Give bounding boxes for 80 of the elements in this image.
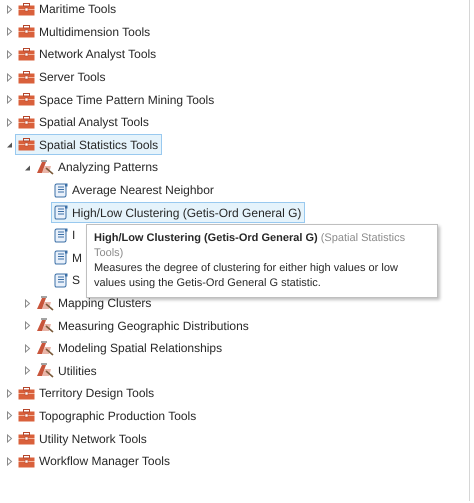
tree-item[interactable]: Space Time Pattern Mining Tools — [15, 89, 218, 110]
tree-item-label: Mapping Clusters — [58, 295, 152, 312]
toolbox-icon — [18, 409, 35, 422]
tree-item-label: Space Time Pattern Mining Tools — [39, 92, 214, 109]
tree-item-label: Maritime Tools — [39, 1, 116, 18]
tree-item-label: Topographic Production Tools — [39, 408, 196, 425]
tree-item-label: Server Tools — [39, 69, 106, 86]
expand-arrow-icon[interactable] — [6, 27, 12, 36]
tree-item[interactable]: Network Analyst Tools — [15, 44, 160, 65]
tree-item-label: Territory Design Tools — [39, 385, 154, 402]
expand-arrow-icon[interactable] — [6, 72, 12, 82]
tree-item[interactable]: Multidimension Tools — [15, 21, 154, 42]
script-tool-icon — [54, 228, 68, 243]
tree-item[interactable]: Analyzing Patterns — [33, 156, 162, 178]
toolbox-icon — [18, 386, 35, 400]
tree-item[interactable]: Server Tools — [15, 66, 110, 88]
tree-item-label: Multidimension Tools — [39, 24, 150, 41]
toolset-icon — [36, 340, 54, 356]
tree-item-label: I — [72, 227, 76, 244]
toolbox-icon — [18, 138, 35, 152]
expand-arrow-icon[interactable] — [24, 321, 30, 330]
tree-item-label: Utilities — [58, 362, 97, 380]
tree-item[interactable]: Maritime Tools — [15, 0, 120, 20]
tree-item[interactable]: Workflow Manager Tools — [15, 450, 174, 472]
expand-arrow-icon[interactable] — [6, 434, 12, 444]
toolbox-icon — [18, 2, 35, 16]
tree-item-label: Modeling Spatial Relationships — [58, 340, 222, 358]
collapse-arrow-icon[interactable] — [6, 140, 12, 150]
tree-item[interactable]: I — [51, 224, 80, 246]
tree-item[interactable]: Spatial Statistics Tools — [15, 134, 162, 156]
tree-item[interactable]: S — [51, 270, 84, 291]
tooltip-heading: High/Low Clustering (Getis-Ord General G) (Spatial Statistics Tools) — [94, 231, 406, 261]
tree-item-label: M — [72, 250, 82, 267]
toolbox-icon — [18, 70, 35, 84]
toolbox-icon — [18, 454, 35, 468]
script-tool-icon — [54, 272, 68, 288]
expand-arrow-icon[interactable] — [6, 118, 12, 127]
tree-item[interactable]: Spatial Analyst Tools — [15, 112, 153, 133]
expand-arrow-icon[interactable] — [24, 366, 30, 376]
toolset-icon — [36, 363, 54, 378]
expand-arrow-icon[interactable] — [6, 388, 12, 398]
tree-item-label: Analyzing Patterns — [58, 159, 158, 176]
tree-item[interactable]: M — [51, 247, 86, 268]
toolbox-icon — [18, 25, 35, 38]
tree-item[interactable]: Measuring Geographic Distributions — [33, 315, 253, 336]
tooltip-description: Measures the degree of clustering for either high values or low values using the Getis-Ord General G statistic. — [94, 261, 399, 291]
tree-item[interactable]: Mapping Clusters — [33, 292, 156, 314]
tree-item-label: Workflow Manager Tools — [39, 453, 170, 470]
tree-item[interactable]: Utility Network Tools — [15, 428, 151, 450]
expand-arrow-icon[interactable] — [24, 344, 30, 353]
tree-item[interactable]: Modeling Spatial Relationships — [33, 338, 226, 359]
tree-item[interactable]: Topographic Production Tools — [15, 405, 200, 426]
expand-arrow-icon[interactable] — [24, 298, 30, 308]
tree-item[interactable]: Territory Design Tools — [15, 382, 158, 404]
tree-item-label: Utility Network Tools — [39, 430, 147, 448]
tree-item[interactable]: Average Nearest Neighbor — [51, 180, 218, 201]
toolbox-icon — [18, 48, 35, 61]
expand-arrow-icon[interactable] — [6, 95, 12, 104]
tree-item-label: Network Analyst Tools — [39, 46, 156, 64]
tree-item-label: Average Nearest Neighbor — [72, 182, 214, 200]
tree-item[interactable]: High/Low Clustering (Getis-Ord General G) — [51, 202, 306, 224]
tree-item-label: Spatial Statistics Tools — [39, 136, 158, 154]
tree-item-label: High/Low Clustering (Getis-Ord General G) — [72, 204, 302, 222]
toolset-icon — [36, 318, 54, 334]
toolbox-icon — [18, 432, 35, 446]
script-tool-icon — [54, 205, 68, 220]
expand-arrow-icon[interactable] — [6, 456, 12, 466]
toolbox-icon — [18, 116, 35, 129]
tree-item-label: S — [72, 272, 80, 290]
tree-item-label: Measuring Geographic Distributions — [58, 318, 249, 335]
expand-arrow-icon[interactable] — [6, 4, 12, 14]
toolset-icon — [36, 296, 54, 311]
tree-item-label: Spatial Analyst Tools — [39, 114, 149, 132]
expand-arrow-icon[interactable] — [6, 411, 12, 420]
expand-arrow-icon[interactable] — [6, 50, 12, 59]
script-tool-icon — [54, 182, 68, 198]
script-tool-icon — [54, 250, 68, 266]
toolbox-icon — [18, 93, 35, 106]
tree-item[interactable]: Utilities — [33, 360, 101, 382]
toolset-icon — [36, 160, 54, 175]
